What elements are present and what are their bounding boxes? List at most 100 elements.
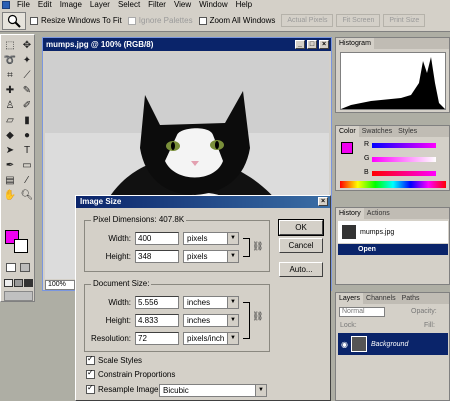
menu-view[interactable]: View bbox=[170, 0, 195, 10]
menu-image[interactable]: Image bbox=[56, 0, 86, 10]
tab-styles[interactable]: Styles bbox=[395, 126, 420, 137]
layer-row-background[interactable]: ◉ Background bbox=[338, 333, 448, 355]
menu-select[interactable]: Select bbox=[114, 0, 144, 10]
green-slider[interactable] bbox=[372, 157, 436, 162]
blue-slider[interactable] bbox=[372, 171, 436, 176]
chain-link-icon: ⛓ bbox=[252, 241, 264, 251]
menu-help[interactable]: Help bbox=[232, 0, 256, 10]
red-slider[interactable] bbox=[372, 143, 436, 148]
resample-label: Resample Image: bbox=[98, 385, 161, 394]
checkbox-checked bbox=[86, 368, 95, 379]
width-doc-input[interactable]: 5.556 bbox=[135, 296, 179, 309]
scale-styles-checkbox[interactable]: Scale Styles bbox=[86, 354, 143, 365]
marquee-tool-icon[interactable]: ⬚ bbox=[2, 38, 18, 52]
dodge-tool-icon[interactable]: ● bbox=[19, 128, 35, 142]
history-file-label: mumps.jpg bbox=[360, 228, 395, 236]
crop-tool-icon[interactable]: ⌗ bbox=[2, 68, 18, 82]
type-tool-icon[interactable]: T bbox=[19, 143, 35, 157]
hand-tool-icon[interactable]: ✋ bbox=[2, 188, 18, 202]
history-step-open[interactable]: Open bbox=[338, 244, 448, 255]
zoom-all-windows-checkbox[interactable]: Zoom All Windows bbox=[198, 16, 275, 25]
snapshot-thumbnail bbox=[342, 225, 356, 239]
width-px-unit-select[interactable]: pixels ▼ bbox=[183, 232, 239, 245]
blur-tool-icon[interactable]: ◆ bbox=[2, 128, 18, 142]
lasso-tool-icon[interactable]: ➰ bbox=[2, 53, 18, 67]
imageready-jump-button[interactable] bbox=[4, 291, 33, 301]
background-color-swatch[interactable] bbox=[14, 239, 28, 253]
auto-button[interactable]: Auto... bbox=[279, 262, 323, 277]
eyedropper-icon[interactable]: ⁄ bbox=[19, 173, 35, 187]
clone-stamp-icon[interactable]: ♙ bbox=[2, 98, 18, 112]
color-ramp[interactable] bbox=[340, 181, 446, 188]
screen-mode-standard-icon[interactable] bbox=[4, 279, 13, 287]
ignore-palettes-checkbox[interactable]: Ignore Palettes bbox=[127, 16, 193, 25]
fit-screen-button[interactable]: Fit Screen bbox=[336, 14, 381, 27]
menu-layer[interactable]: Layer bbox=[86, 0, 114, 10]
color-fg-swatch[interactable] bbox=[341, 142, 353, 154]
height-px-label: Height: bbox=[105, 252, 131, 261]
menu-file[interactable]: File bbox=[13, 0, 34, 10]
menu-edit[interactable]: Edit bbox=[34, 0, 56, 10]
width-doc-unit-select[interactable]: inches ▼ bbox=[183, 296, 239, 309]
histogram-tabs: Histogram bbox=[336, 38, 449, 49]
height-px-unit-select[interactable]: pixels ▼ bbox=[183, 250, 239, 263]
ok-button[interactable]: OK bbox=[278, 219, 324, 236]
quick-mask-icon[interactable] bbox=[20, 263, 30, 272]
path-select-icon[interactable]: ➤ bbox=[2, 143, 18, 157]
screen-mode-full-menu-icon[interactable] bbox=[14, 279, 23, 287]
height-doc-unit: inches bbox=[187, 316, 211, 325]
gradient-tool-icon[interactable]: ▮ bbox=[19, 113, 35, 127]
notes-tool-icon[interactable]: ▤ bbox=[2, 173, 18, 187]
dialog-title: Image Size bbox=[80, 197, 122, 206]
close-button[interactable]: × bbox=[319, 40, 329, 49]
move-tool-icon[interactable]: ✥ bbox=[19, 38, 35, 52]
brush-tool-icon[interactable]: ✎ bbox=[19, 83, 35, 97]
resolution-input[interactable]: 72 bbox=[135, 332, 179, 345]
height-doc-input[interactable]: 4.833 bbox=[135, 314, 179, 327]
tab-paths[interactable]: Paths bbox=[399, 293, 423, 304]
resize-windows-checkbox[interactable]: Resize Windows To Fit bbox=[30, 16, 122, 25]
minimize-button[interactable]: _ bbox=[295, 40, 305, 49]
blend-mode-select[interactable]: Normal bbox=[339, 307, 385, 317]
magic-wand-icon[interactable]: ✦ bbox=[19, 53, 35, 67]
height-px-input[interactable]: 348 bbox=[135, 250, 179, 263]
height-doc-unit-select[interactable]: inches ▼ bbox=[183, 314, 239, 327]
shape-tool-icon[interactable]: ▭ bbox=[19, 158, 35, 172]
eye-icon[interactable]: ◉ bbox=[341, 340, 348, 349]
menu-filter[interactable]: Filter bbox=[144, 0, 170, 10]
pen-tool-icon[interactable]: ✒ bbox=[2, 158, 18, 172]
resolution-unit-select[interactable]: pixels/inch ▼ bbox=[183, 332, 239, 345]
slice-tool-icon[interactable]: ⟋ bbox=[19, 68, 35, 82]
print-size-button[interactable]: Print Size bbox=[383, 14, 426, 27]
chevron-down-icon: ▼ bbox=[227, 251, 238, 262]
resample-image-checkbox[interactable]: Resample Image: bbox=[86, 383, 161, 394]
tab-layers[interactable]: Layers bbox=[336, 293, 364, 304]
zoom-tool-icon[interactable]: 🔍︎ bbox=[19, 188, 35, 202]
maximize-button[interactable]: □ bbox=[307, 40, 317, 49]
color-panel: Color Swatches Styles R G B bbox=[335, 125, 450, 191]
menu-window[interactable]: Window bbox=[195, 0, 231, 10]
tab-actions[interactable]: Actions bbox=[364, 208, 393, 219]
zoom-level-readout[interactable]: 100% bbox=[45, 280, 75, 290]
zoom-tool-preset[interactable] bbox=[2, 11, 26, 30]
standard-mode-icon[interactable] bbox=[6, 263, 16, 272]
tab-color[interactable]: Color bbox=[336, 126, 359, 137]
tab-histogram[interactable]: Histogram bbox=[336, 38, 374, 49]
constrain-proportions-checkbox[interactable]: Constrain Proportions bbox=[86, 368, 175, 379]
tab-channels[interactable]: Channels bbox=[363, 293, 399, 304]
history-snapshot[interactable]: mumps.jpg bbox=[338, 221, 448, 243]
dialog-close-button[interactable]: × bbox=[318, 197, 328, 206]
screen-mode-full-icon[interactable] bbox=[24, 279, 33, 287]
resample-method-select[interactable]: Bicubic ▼ bbox=[159, 384, 267, 397]
eraser-tool-icon[interactable]: ▱ bbox=[2, 113, 18, 127]
tab-swatches[interactable]: Swatches bbox=[359, 126, 395, 137]
healing-brush-icon[interactable]: ✚ bbox=[2, 83, 18, 97]
scale-styles-label: Scale Styles bbox=[98, 356, 143, 365]
tab-history[interactable]: History bbox=[336, 208, 364, 219]
actual-pixels-button[interactable]: Actual Pixels bbox=[281, 14, 334, 27]
width-px-input[interactable]: 400 bbox=[135, 232, 179, 245]
history-brush-icon[interactable]: ✐ bbox=[19, 98, 35, 112]
histogram-plot bbox=[341, 57, 445, 109]
cancel-button[interactable]: Cancel bbox=[279, 238, 323, 253]
checkbox-checked bbox=[86, 354, 95, 365]
